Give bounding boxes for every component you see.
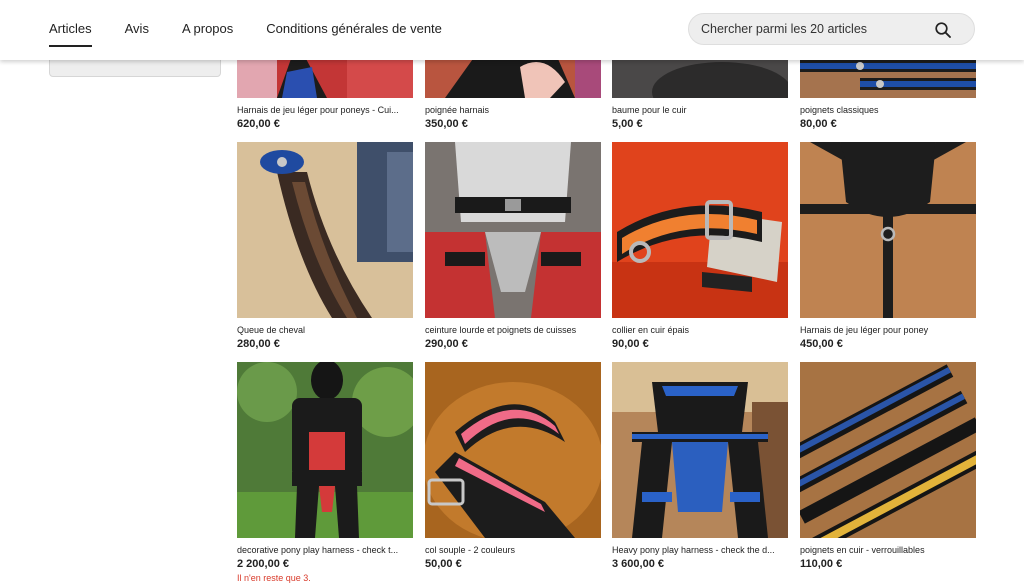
listing-price: 3 600,00 € bbox=[612, 558, 664, 570]
listing-price: 5,00 € bbox=[612, 118, 643, 130]
tab-reviews[interactable]: Avis bbox=[125, 0, 149, 60]
listing-image[interactable] bbox=[800, 362, 976, 538]
listing-title[interactable]: decorative pony play harness - check t..… bbox=[237, 544, 413, 556]
listing-price: 620,00 € bbox=[237, 118, 280, 130]
tab-about[interactable]: A propos bbox=[182, 0, 233, 60]
listing-price: 50,00 € bbox=[425, 558, 462, 570]
listing-title[interactable]: baume pour le cuir bbox=[612, 104, 788, 116]
search-bar bbox=[688, 13, 975, 45]
listing-image[interactable] bbox=[237, 142, 413, 318]
tab-terms[interactable]: Conditions générales de vente bbox=[266, 0, 442, 60]
listing-title[interactable]: Harnais de jeu léger pour poney bbox=[800, 324, 976, 336]
listing-title[interactable]: Heavy pony play harness - check the d... bbox=[612, 544, 788, 556]
listing-price: 80,00 € bbox=[800, 118, 837, 130]
listing-price: 90,00 € bbox=[612, 338, 649, 350]
listing-title[interactable]: poignets classiques bbox=[800, 104, 976, 116]
listing-title[interactable]: poignets en cuir - verrouillables bbox=[800, 544, 976, 556]
listing-title[interactable]: poignée harnais bbox=[425, 104, 601, 116]
listing-price: 290,00 € bbox=[425, 338, 468, 350]
listing-image[interactable] bbox=[612, 142, 788, 318]
listing-price: 280,00 € bbox=[237, 338, 280, 350]
listing-image[interactable] bbox=[800, 142, 976, 318]
listing-title[interactable]: col souple - 2 couleurs bbox=[425, 544, 601, 556]
listing-title[interactable]: Queue de cheval bbox=[237, 324, 413, 336]
listing-image[interactable] bbox=[612, 362, 788, 538]
listing-image[interactable] bbox=[425, 362, 601, 538]
shop-page: Articles Avis A propos Conditions généra… bbox=[0, 0, 1024, 584]
listing-image[interactable] bbox=[425, 142, 601, 318]
shop-tabs: Articles Avis A propos Conditions généra… bbox=[49, 0, 475, 60]
search-button[interactable] bbox=[934, 21, 952, 39]
listing-image[interactable] bbox=[237, 362, 413, 538]
tab-articles[interactable]: Articles bbox=[49, 0, 92, 60]
shop-nav-bar: Articles Avis A propos Conditions généra… bbox=[0, 0, 1024, 60]
stock-warning: Il n'en reste que 3. bbox=[237, 573, 311, 583]
listing-title[interactable]: Harnais de jeu léger pour poneys - Cui..… bbox=[237, 104, 413, 116]
search-input[interactable] bbox=[689, 22, 919, 36]
listing-title[interactable]: ceinture lourde et poignets de cuisses bbox=[425, 324, 601, 336]
listing-title[interactable]: collier en cuir épais bbox=[612, 324, 788, 336]
listing-price: 110,00 € bbox=[800, 558, 843, 570]
listing-price: 2 200,00 € bbox=[237, 558, 289, 570]
search-icon bbox=[935, 22, 951, 38]
listing-price: 450,00 € bbox=[800, 338, 843, 350]
listing-price: 350,00 € bbox=[425, 118, 468, 130]
